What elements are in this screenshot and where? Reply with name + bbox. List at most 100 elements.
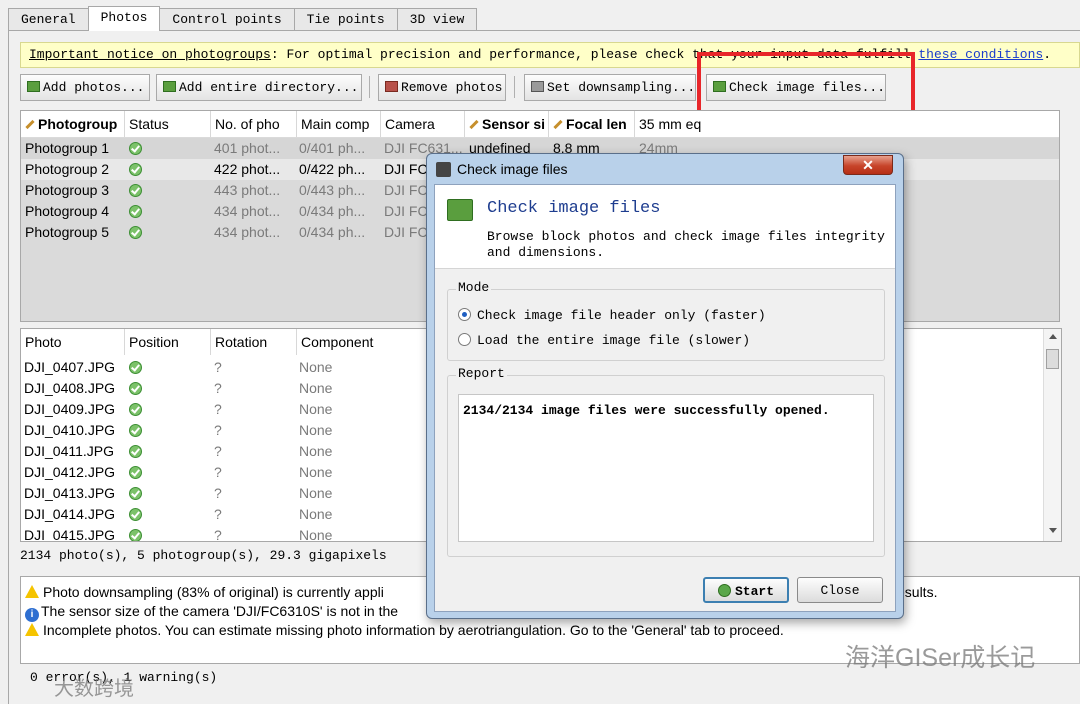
component-value: None (299, 485, 333, 501)
status-ok-icon (129, 224, 142, 240)
dialog-close-icon[interactable]: ✕ (843, 155, 893, 175)
edit-pencil-icon (25, 119, 35, 130)
start-icon (717, 584, 731, 597)
radio-selected-icon[interactable] (458, 308, 471, 321)
column-header-rotation[interactable]: Rotation (211, 329, 297, 355)
rotation-value: ? (214, 527, 222, 542)
set-downsampling-label: Set downsampling... (547, 80, 696, 95)
main-component: 0/422 ph... (299, 161, 366, 177)
remove-photos-icon (385, 81, 398, 92)
photo-name: DJI_0410.JPG (24, 422, 116, 438)
position-ok-icon (129, 359, 142, 375)
status-ok-icon (129, 182, 142, 198)
add-photos-button[interactable]: Add photos... (20, 74, 150, 101)
rotation-value: ? (214, 443, 222, 459)
check-image-files-dialog: Check image files ✕ Check image files Br… (426, 153, 904, 619)
component-value: None (299, 422, 333, 438)
add-directory-icon (163, 81, 176, 92)
tab-bar: General Photos Control points Tie points… (8, 6, 478, 31)
position-ok-icon (129, 506, 142, 522)
radio-entire-file[interactable]: Load the entire image file (slower) (458, 333, 750, 348)
add-directory-label: Add entire directory... (179, 80, 359, 95)
rotation-value: ? (214, 506, 222, 522)
tab-3d-view[interactable]: 3D view (396, 8, 478, 31)
component-value: None (299, 443, 333, 459)
status-ok-icon (129, 140, 142, 156)
component-value: None (299, 359, 333, 375)
message-text: Photo downsampling (83% of original) is … (43, 584, 384, 600)
column-header-sensor-size[interactable]: Sensor si (465, 111, 549, 137)
photogroup-name: Photogroup 3 (25, 182, 110, 198)
scroll-up-arrow-icon[interactable] (1049, 334, 1057, 339)
position-ok-icon (129, 464, 142, 480)
main-component: 0/443 ph... (299, 182, 366, 198)
toolbar-separator (514, 76, 515, 98)
camera: DJI FC (384, 203, 428, 219)
rotation-value: ? (214, 485, 222, 501)
column-header-main-component[interactable]: Main comp (297, 111, 381, 137)
main-component: 0/401 ph... (299, 140, 366, 156)
column-header-photo-count[interactable]: No. of pho (211, 111, 297, 137)
close-button[interactable]: Close (797, 577, 883, 603)
message-row: i The sensor size of the camera 'DJI/FC63… (25, 603, 398, 622)
warning-icon (25, 623, 39, 636)
column-header-photogroup[interactable]: Photogroup (21, 111, 125, 137)
camera: DJI FC (384, 161, 428, 177)
camera: DJI FC (384, 224, 428, 240)
column-header-camera[interactable]: Camera (381, 111, 465, 137)
column-header-position[interactable]: Position (125, 329, 211, 355)
remove-photos-label: Remove photos (401, 80, 503, 95)
column-header-status[interactable]: Status (125, 111, 211, 137)
toolbar-separator (369, 76, 370, 98)
dialog-heading: Check image files (487, 199, 661, 218)
component-value: None (299, 401, 333, 417)
photo-name: DJI_0411.JPG (24, 443, 115, 459)
start-button[interactable]: Start (703, 577, 789, 603)
photo-name: DJI_0412.JPG (24, 464, 116, 480)
photogroup-name: Photogroup 4 (25, 203, 110, 219)
photo-count: 434 phot... (214, 224, 281, 240)
radio-label: Check image file header only (faster) (477, 308, 766, 323)
column-header-focal-length[interactable]: Focal len (549, 111, 635, 137)
tab-tie-points[interactable]: Tie points (293, 8, 398, 31)
photogroup-name: Photogroup 1 (25, 140, 110, 156)
photo-name: DJI_0409.JPG (24, 401, 116, 417)
rotation-value: ? (214, 422, 222, 438)
radio-label: Load the entire image file (slower) (477, 333, 751, 348)
rotation-value: ? (214, 464, 222, 480)
photo-count: 401 phot... (214, 140, 281, 156)
notice-link[interactable]: Important notice on photogroups (29, 47, 271, 62)
radio-header-only[interactable]: Check image file header only (faster) (458, 308, 766, 323)
start-label: Start (734, 584, 774, 599)
watermark-left: 大数跨境 (54, 678, 134, 700)
add-photos-icon (27, 81, 40, 92)
set-downsampling-button[interactable]: Set downsampling... (524, 74, 696, 101)
position-ok-icon (129, 443, 142, 459)
tab-general[interactable]: General (8, 8, 89, 31)
position-ok-icon (129, 527, 142, 541)
message-text: Incomplete photos. You can estimate miss… (43, 622, 784, 638)
photogroup-notice: Important notice on photogroups: For opt… (20, 42, 1080, 68)
dialog-title: Check image files (457, 161, 568, 177)
column-header-photo[interactable]: Photo (21, 329, 125, 355)
tab-control-points[interactable]: Control points (159, 8, 295, 31)
component-value: None (299, 527, 333, 542)
dialog-app-icon (436, 162, 451, 177)
edit-pencil-icon (469, 119, 479, 130)
tab-photos[interactable]: Photos (87, 6, 161, 31)
conditions-link[interactable]: these conditions (918, 47, 1043, 62)
photo-name: DJI_0414.JPG (24, 506, 116, 522)
remove-photos-button[interactable]: Remove photos (378, 74, 506, 101)
downsampling-icon (531, 81, 544, 92)
add-directory-button[interactable]: Add entire directory... (156, 74, 362, 101)
photo-name: DJI_0415.JPG (24, 527, 116, 542)
radio-unselected-icon[interactable] (458, 333, 471, 346)
column-header-35mm[interactable]: 35 mm eq (635, 111, 1059, 137)
main-component: 0/434 ph... (299, 224, 366, 240)
info-icon: i (25, 608, 39, 622)
dialog-body: Check image files Browse block photos an… (434, 184, 896, 612)
status-ok-icon (129, 161, 142, 177)
watermark-right: 海洋GISer成长记 (845, 644, 1036, 672)
check-files-icon (447, 199, 473, 221)
position-ok-icon (129, 422, 142, 438)
